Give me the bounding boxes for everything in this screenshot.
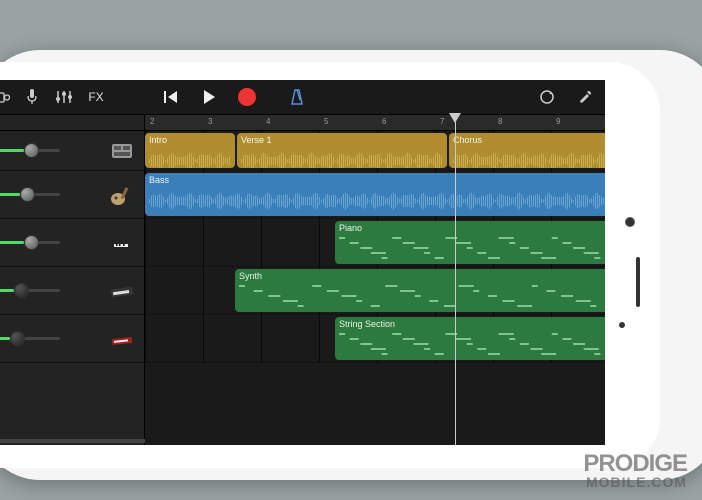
timeline[interactable]: 2 3 4 5 6 7 8 9 Intro Verse 1 Chorus Bass Piano Synt… [145, 115, 605, 445]
piano-icon[interactable] [108, 229, 136, 257]
record-icon[interactable] [237, 87, 257, 107]
waveform [149, 187, 605, 214]
ruler-mark: 4 [266, 117, 270, 126]
app-screen: FX [0, 80, 605, 445]
play-icon[interactable] [199, 87, 219, 107]
track-control [0, 219, 144, 267]
clip-label: String Section [339, 319, 605, 329]
volume-slider[interactable] [0, 337, 60, 340]
phone-frame: FX [0, 50, 702, 480]
track-control [0, 171, 144, 219]
clip-label: Verse 1 [241, 135, 443, 145]
metronome-icon[interactable] [287, 87, 307, 107]
camera-dot [625, 217, 635, 227]
waveform [453, 147, 605, 166]
bass-icon[interactable] [108, 181, 136, 209]
phone-bezel: FX [0, 62, 660, 468]
track-control [0, 267, 144, 315]
clip-label: Intro [149, 135, 231, 145]
ruler-mark: 2 [150, 117, 154, 126]
track-row[interactable]: String Section [145, 315, 605, 363]
tracks-panel [0, 115, 145, 445]
ruler-mark: 9 [556, 117, 560, 126]
clip[interactable]: Verse 1 [237, 133, 447, 168]
mic-icon[interactable] [22, 87, 42, 107]
ruler-mark: 3 [208, 117, 212, 126]
wrench-icon[interactable] [575, 87, 595, 107]
track-control [0, 315, 144, 363]
sensor-dot [619, 322, 625, 328]
ruler-mark: 8 [498, 117, 502, 126]
tracks-area[interactable]: Intro Verse 1 Chorus Bass Piano Synth String S… [145, 131, 605, 363]
content-area: 2 3 4 5 6 7 8 9 Intro Verse 1 Chorus Bass Piano Synt… [0, 115, 605, 445]
midi-content [339, 331, 605, 358]
midi-content [339, 235, 605, 262]
ruler-mark: 5 [324, 117, 328, 126]
clip[interactable]: Chorus [449, 133, 605, 168]
clip[interactable]: Synth [235, 269, 605, 312]
clip-label: Chorus [453, 135, 605, 145]
clip-label: Synth [239, 271, 605, 281]
track-row[interactable]: Piano [145, 219, 605, 267]
ruler[interactable]: 2 3 4 5 6 7 8 9 [145, 115, 605, 131]
mixer-icon[interactable] [54, 87, 74, 107]
loop-icon[interactable] [537, 87, 557, 107]
drums-icon[interactable] [108, 137, 136, 165]
clip[interactable]: Intro [145, 133, 235, 168]
clip[interactable]: String Section [335, 317, 605, 360]
volume-slider[interactable] [0, 193, 60, 196]
speaker-slot [636, 257, 640, 307]
strings-icon[interactable] [108, 325, 136, 353]
track-row[interactable]: Intro Verse 1 Chorus [145, 131, 605, 171]
waveform [149, 147, 231, 166]
top-toolbar: FX [0, 80, 605, 115]
browser-icon[interactable] [0, 87, 10, 107]
ruler-mark: 7 [440, 117, 444, 126]
volume-slider[interactable] [0, 241, 60, 244]
synth-icon[interactable] [108, 277, 136, 305]
clip-label: Bass [149, 175, 605, 185]
playhead[interactable] [455, 115, 456, 445]
clip-label: Piano [339, 223, 605, 233]
midi-content [239, 283, 605, 310]
volume-slider[interactable] [0, 149, 60, 152]
clip[interactable]: Bass [145, 173, 605, 216]
waveform [241, 147, 443, 166]
fx-button[interactable]: FX [86, 87, 106, 107]
track-row[interactable]: Bass [145, 171, 605, 219]
clip[interactable]: Piano [335, 221, 605, 264]
watermark: PRODIGE MOBILE.COM [583, 450, 687, 490]
ruler-mark: 6 [382, 117, 386, 126]
prev-icon[interactable] [161, 87, 181, 107]
volume-slider[interactable] [0, 289, 60, 292]
track-row[interactable]: Synth [145, 267, 605, 315]
track-control [0, 131, 144, 171]
